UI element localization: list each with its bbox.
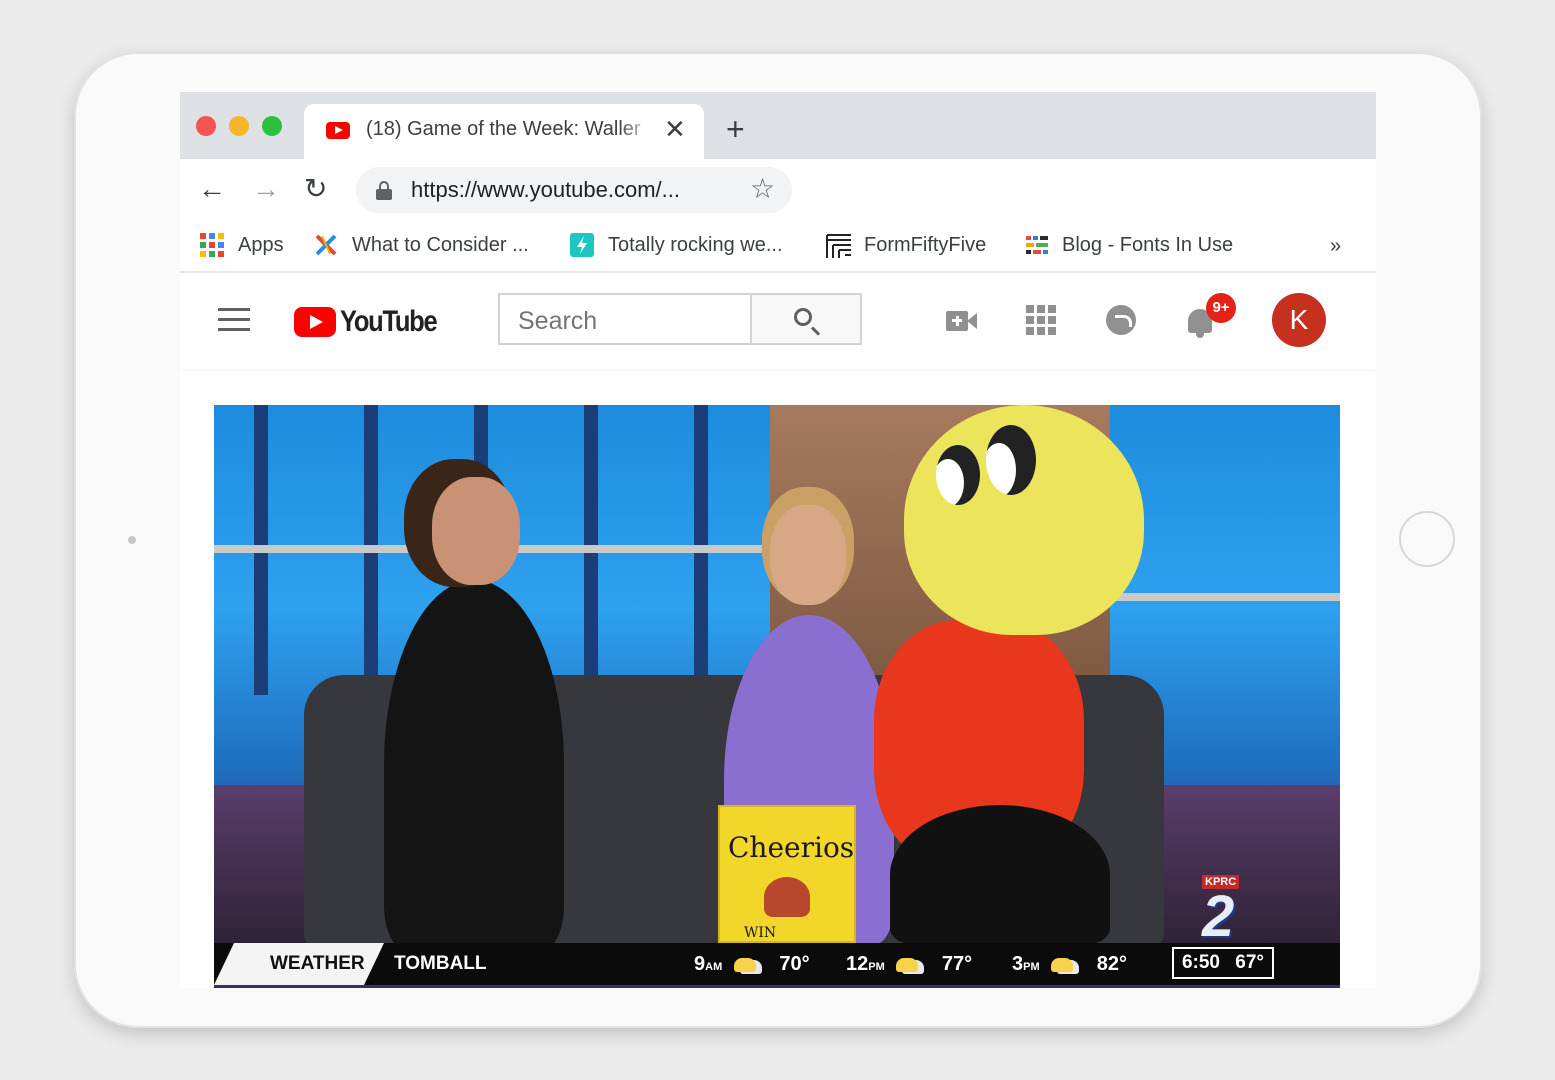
window-maximize-button[interactable] — [262, 116, 282, 136]
browser-toolbar: ← → ↻ https://www.youtube.com/... ☆ — [180, 159, 1376, 221]
search-input[interactable]: Search — [498, 293, 752, 345]
cereal-box: Cheerios WIN — [718, 805, 856, 943]
cereal-heart — [764, 877, 810, 917]
forecast-suffix: PM — [868, 961, 885, 973]
clock-time: 6:50 — [1181, 952, 1220, 973]
forecast-item: 9AM 70° — [694, 943, 810, 988]
shelf — [1104, 593, 1340, 601]
bookmarks-bar: Apps What to Consider ... Totally rockin… — [180, 221, 1376, 273]
guest-head — [770, 505, 846, 605]
partly-sunny-icon — [1051, 957, 1074, 972]
forecast-item: 12PM 77° — [846, 943, 972, 988]
forecast-suffix: AM — [705, 961, 723, 973]
mascot-eye — [936, 445, 980, 505]
bookmark-label: Blog - Fonts In Use — [1062, 233, 1234, 256]
youtube-play-icon — [294, 307, 336, 337]
tablet-camera — [128, 536, 136, 544]
window-minimize-button[interactable] — [229, 116, 249, 136]
forecast-time: 9 — [694, 953, 706, 975]
forecast-item: 3PM 82° — [1012, 943, 1127, 988]
mascot-eye — [986, 425, 1036, 495]
lock-icon — [376, 181, 392, 200]
ticker-location: TOMBALL — [394, 953, 487, 974]
share-chat-icon[interactable] — [1104, 303, 1140, 339]
forecast-time: 3 — [1012, 953, 1024, 975]
host-head — [432, 477, 520, 585]
bookmarks-overflow-icon[interactable]: » — [1330, 235, 1341, 258]
cereal-box-sub: WIN — [744, 925, 777, 941]
bookmark-star-icon[interactable]: ☆ — [750, 173, 775, 205]
forecast-temp: 82° — [1096, 953, 1127, 975]
bolt-icon — [570, 233, 594, 257]
forecast-suffix: PM — [1023, 961, 1040, 973]
forecast-time: 12 — [846, 953, 869, 975]
forward-arrow-icon[interactable]: → — [252, 173, 280, 205]
apps-grid-icon — [200, 233, 224, 257]
search-button[interactable] — [752, 293, 862, 345]
tab-bar: (18) Game of the Week: Waller ✕ + — [180, 92, 1376, 159]
cereal-box-text: Cheerios — [728, 831, 855, 864]
address-bar[interactable]: https://www.youtube.com/... ☆ — [356, 167, 792, 213]
x-logo-icon — [314, 233, 338, 257]
notification-badge: 9+ — [1206, 293, 1236, 323]
ticker-label: WEATHER — [214, 943, 384, 985]
bookmark-apps[interactable]: Apps — [200, 229, 284, 261]
reload-icon[interactable]: ↻ — [304, 173, 327, 205]
tab-close-icon[interactable]: ✕ — [664, 114, 686, 144]
video-player[interactable]: Cheerios WIN KPRC 2 WEATHER TOMBALL 9AM … — [214, 405, 1340, 988]
apps-grid-icon[interactable] — [1026, 305, 1056, 335]
bookmark-what-to-consider[interactable]: What to Consider ... — [314, 229, 529, 261]
bookmark-totally-rocking[interactable]: Totally rocking we... — [570, 229, 783, 261]
bookmark-fonts-in-use[interactable]: Blog - Fonts In Use — [1024, 229, 1233, 261]
search-icon — [794, 308, 812, 326]
create-video-icon[interactable] — [944, 303, 980, 339]
youtube-favicon-icon — [326, 122, 350, 139]
youtube-logo[interactable]: YouTube — [294, 302, 453, 342]
window-close-button[interactable] — [196, 116, 216, 136]
station-logo: KPRC 2 — [1202, 875, 1240, 949]
host-person — [384, 580, 564, 950]
youtube-wordmark: YouTube — [340, 305, 438, 338]
current-temp: 67° — [1235, 952, 1265, 973]
mascot-legs — [890, 805, 1110, 945]
back-arrow-icon[interactable]: ← — [198, 173, 226, 205]
tab-title: (18) Game of the Week: Waller — [366, 118, 641, 140]
bookmark-label: FormFiftyFive — [864, 233, 987, 256]
menu-icon[interactable] — [218, 308, 250, 332]
partly-sunny-icon — [733, 957, 756, 972]
search-placeholder: Search — [518, 307, 598, 335]
youtube-masthead: YouTube Search K — [180, 273, 1376, 369]
bookmark-formfiftyfive[interactable]: FormFiftyFive — [826, 229, 986, 261]
tab-active[interactable]: (18) Game of the Week: Waller ✕ — [304, 104, 704, 159]
browser-window: (18) Game of the Week: Waller ✕ + ← → ↻ … — [180, 92, 1376, 988]
tablet-home-button[interactable] — [1399, 511, 1455, 567]
clock-temp-box: 6:50 67° — [1172, 947, 1274, 979]
url-text[interactable]: https://www.youtube.com/... — [411, 177, 680, 203]
formfiftyfive-icon — [826, 233, 851, 258]
forecast-temp: 77° — [941, 953, 973, 975]
fonts-in-use-icon — [1024, 233, 1048, 257]
forecast-temp: 70° — [779, 953, 810, 975]
bookmark-label: Apps — [238, 233, 284, 256]
partly-sunny-icon — [896, 957, 919, 972]
weather-ticker: WEATHER TOMBALL 9AM 70° 12PM 77° 3PM 82°… — [214, 943, 1340, 985]
bookmark-label: Totally rocking we... — [608, 233, 783, 256]
station-number: 2 — [1202, 884, 1235, 949]
avatar[interactable]: K — [1272, 293, 1326, 347]
bookmark-label: What to Consider ... — [352, 233, 529, 256]
new-tab-button[interactable]: + — [726, 112, 745, 146]
